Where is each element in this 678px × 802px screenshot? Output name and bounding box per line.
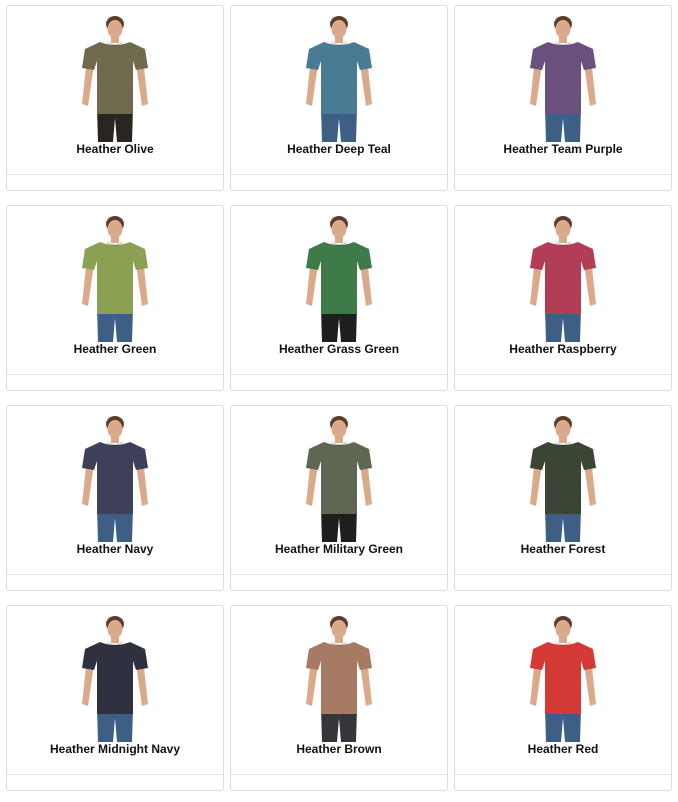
card-footer (7, 574, 223, 590)
model-figure (82, 16, 148, 142)
product-name[interactable]: Heather Deep Teal (231, 142, 447, 156)
product-name[interactable]: Heather Olive (7, 142, 223, 156)
grid-row: Heather Green Heather Grass Green Heathe… (6, 205, 674, 391)
product-image[interactable] (455, 414, 671, 542)
product-name[interactable]: Heather Military Green (231, 542, 447, 556)
card-footer (231, 774, 447, 790)
card-footer (455, 574, 671, 590)
product-image[interactable] (455, 614, 671, 742)
card-footer (231, 574, 447, 590)
model-figure (306, 16, 372, 142)
product-card[interactable]: Heather Green (6, 205, 224, 391)
product-card[interactable]: Heather Team Purple (454, 5, 672, 191)
card-footer (231, 174, 447, 190)
model-figure (306, 616, 372, 742)
model-figure (82, 216, 148, 342)
product-card[interactable]: Heather Brown (230, 605, 448, 791)
product-name[interactable]: Heather Red (455, 742, 671, 756)
card-footer (455, 774, 671, 790)
grid-row: Heather Navy Heather Military Green Heat… (6, 405, 674, 591)
card-footer (7, 774, 223, 790)
product-name[interactable]: Heather Grass Green (231, 342, 447, 356)
product-card[interactable]: Heather Grass Green (230, 205, 448, 391)
model-figure (530, 616, 596, 742)
product-image[interactable] (455, 14, 671, 142)
product-name[interactable]: Heather Raspberry (455, 342, 671, 356)
product-name[interactable]: Heather Brown (231, 742, 447, 756)
product-image[interactable] (231, 414, 447, 542)
product-image[interactable] (231, 14, 447, 142)
product-image[interactable] (7, 14, 223, 142)
grid-row: Heather Olive Heather Deep Teal Heather … (6, 5, 674, 191)
product-card[interactable]: Heather Raspberry (454, 205, 672, 391)
card-footer (7, 374, 223, 390)
card-footer (455, 374, 671, 390)
product-image[interactable] (7, 614, 223, 742)
product-card[interactable]: Heather Navy (6, 405, 224, 591)
card-footer (7, 174, 223, 190)
product-grid: Heather Olive Heather Deep Teal Heather … (6, 5, 674, 802)
grid-row: Heather Midnight Navy Heather Brown Heat… (6, 605, 674, 791)
product-name[interactable]: Heather Midnight Navy (7, 742, 223, 756)
product-image[interactable] (455, 214, 671, 342)
model-figure (82, 616, 148, 742)
model-figure (306, 416, 372, 542)
product-card[interactable]: Heather Midnight Navy (6, 605, 224, 791)
model-figure (530, 216, 596, 342)
model-figure (530, 16, 596, 142)
product-card[interactable]: Heather Deep Teal (230, 5, 448, 191)
product-image[interactable] (231, 214, 447, 342)
model-figure (82, 416, 148, 542)
product-name[interactable]: Heather Green (7, 342, 223, 356)
card-footer (455, 174, 671, 190)
product-card[interactable]: Heather Forest (454, 405, 672, 591)
card-footer (231, 374, 447, 390)
product-card[interactable]: Heather Red (454, 605, 672, 791)
model-figure (306, 216, 372, 342)
product-name[interactable]: Heather Forest (455, 542, 671, 556)
product-image[interactable] (231, 614, 447, 742)
product-name[interactable]: Heather Navy (7, 542, 223, 556)
product-card[interactable]: Heather Olive (6, 5, 224, 191)
model-figure (530, 416, 596, 542)
product-card[interactable]: Heather Military Green (230, 405, 448, 591)
product-image[interactable] (7, 414, 223, 542)
product-name[interactable]: Heather Team Purple (455, 142, 671, 156)
product-image[interactable] (7, 214, 223, 342)
